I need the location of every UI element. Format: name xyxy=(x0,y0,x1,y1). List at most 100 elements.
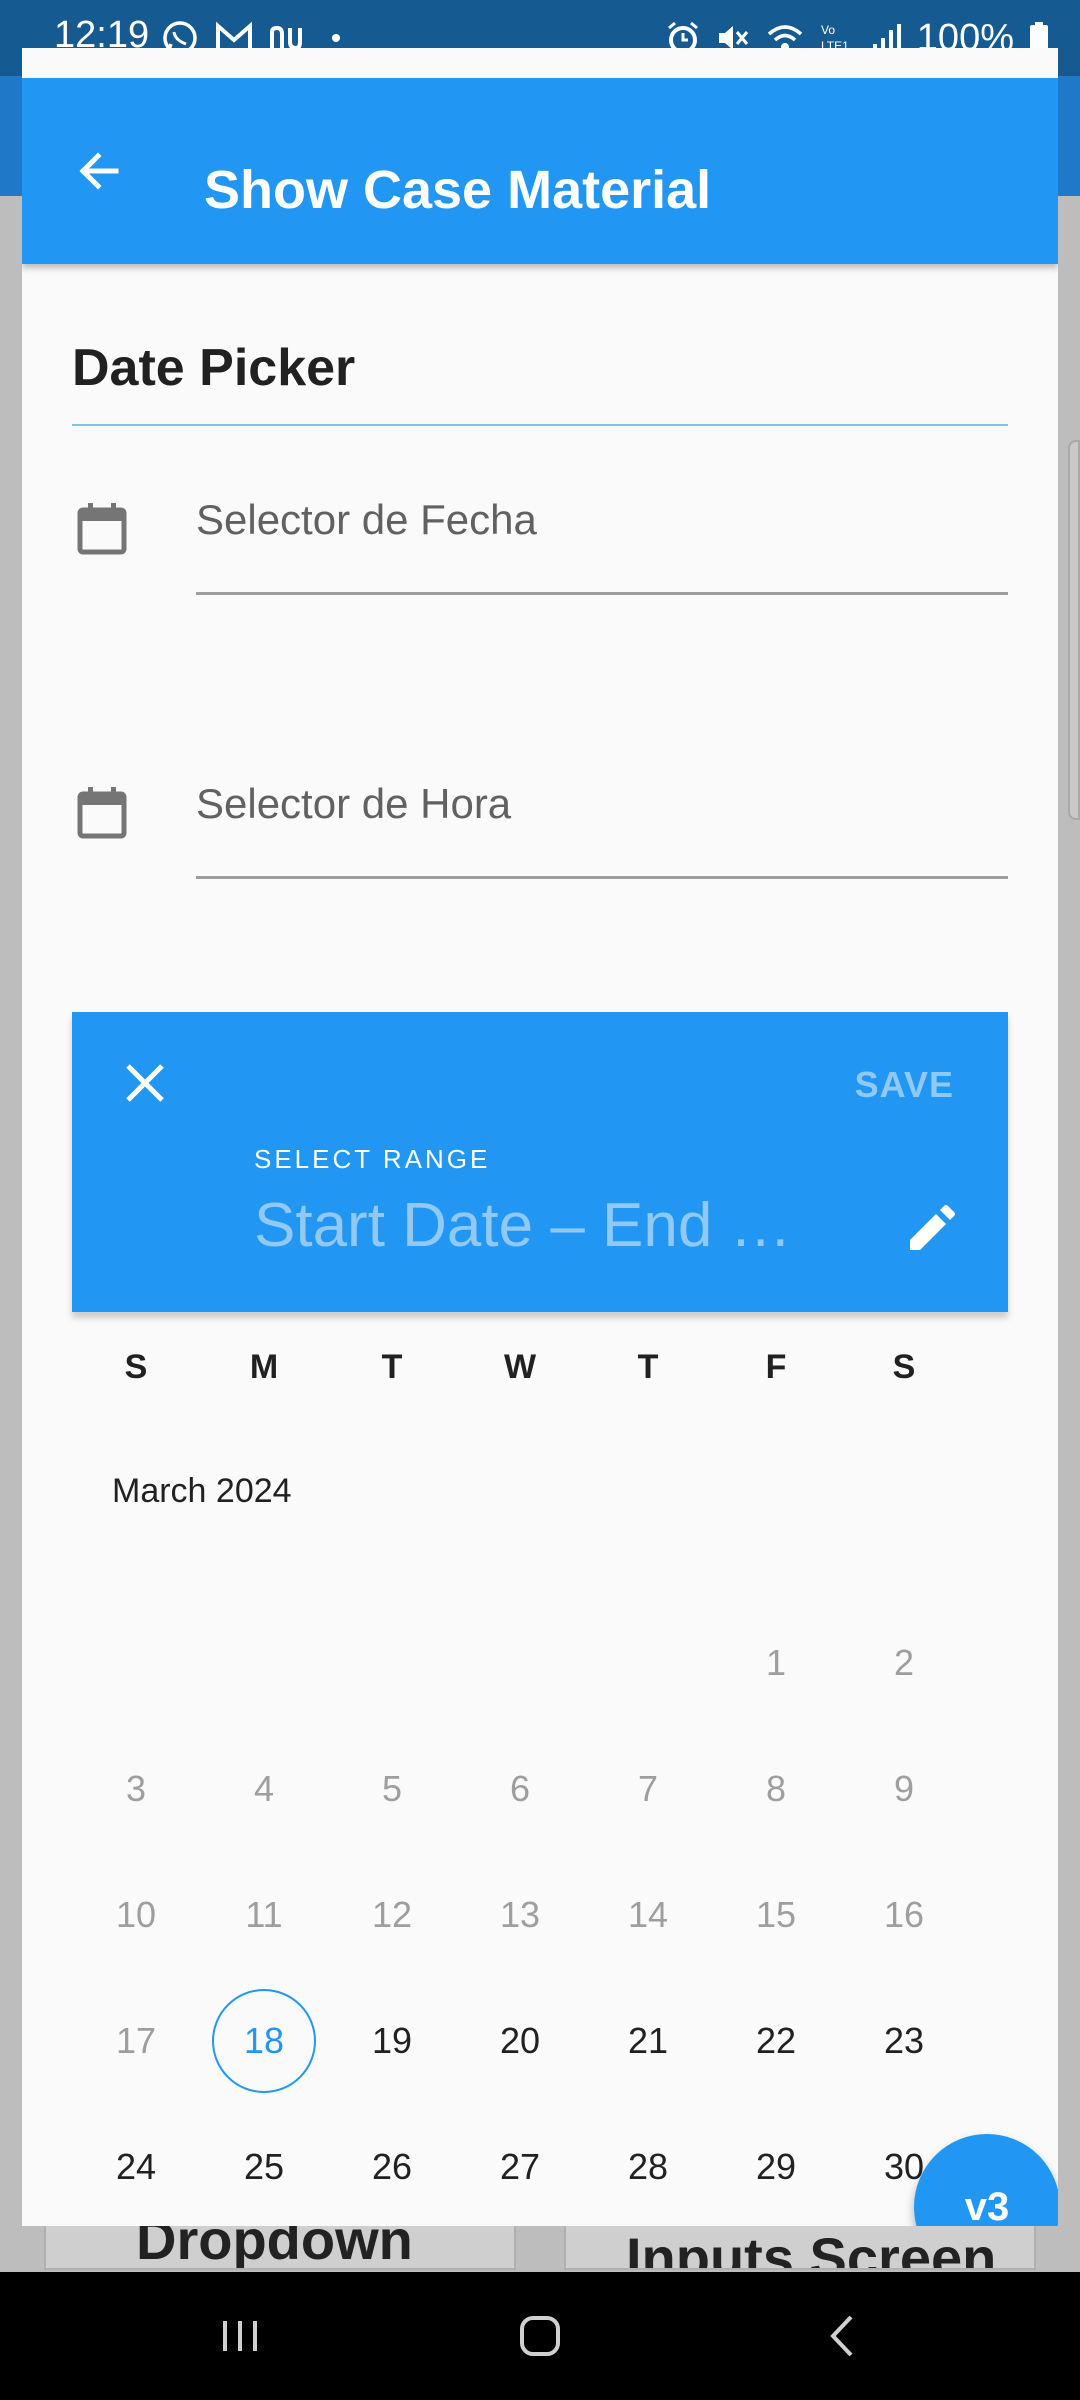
calendar-day: 2 xyxy=(893,1642,915,1683)
calendar-cell: 24 xyxy=(72,2104,200,2226)
calendar-day: 11 xyxy=(245,1894,283,1935)
calendar-day[interactable]: 29 xyxy=(724,2115,828,2219)
weekday-label: T xyxy=(381,1348,403,1386)
calendar-cell xyxy=(72,1600,200,1726)
system-nav-bar xyxy=(0,2272,1080,2400)
edit-button[interactable] xyxy=(900,1202,958,1260)
calendar-day[interactable]: 24 xyxy=(84,2115,188,2219)
calendar-day: 6 xyxy=(509,1768,531,1809)
weekday-header: S M T W T F S xyxy=(72,1348,1008,1387)
calendar-week-row: 12 xyxy=(72,1600,1008,1726)
recent-apps-button[interactable] xyxy=(170,2272,310,2400)
calendar-day: 17 xyxy=(115,2020,157,2061)
calendar-day[interactable]: 26 xyxy=(340,2115,444,2219)
weekday-label: W xyxy=(503,1348,537,1386)
calendar-day: 1 xyxy=(765,1642,787,1683)
calendar-cell: 22 xyxy=(712,1978,840,2104)
calendar-day[interactable]: 28 xyxy=(596,2115,700,2219)
time-field-label: Selector de Hora xyxy=(196,780,512,827)
calendar-cell: 25 xyxy=(200,2104,328,2226)
calendar-day[interactable]: 21 xyxy=(596,1989,700,2093)
calendar-day: 10 xyxy=(115,1894,157,1935)
calendar-cell: 4 xyxy=(200,1726,328,1852)
calendar-day: 12 xyxy=(371,1894,413,1935)
calendar-day[interactable]: 27 xyxy=(468,2115,572,2219)
calendar-cell: 23 xyxy=(840,1978,968,2104)
calendar-day[interactable]: 19 xyxy=(340,1989,444,2093)
calendar-cell: 18 xyxy=(200,1978,328,2104)
back-icon xyxy=(830,2315,853,2357)
calendar-cell: 20 xyxy=(456,1978,584,2104)
calendar-day: 15 xyxy=(755,1894,797,1935)
calendar-day[interactable]: 20 xyxy=(468,1989,572,2093)
calendar-week-row: 3 4 5 6 7 8 9 xyxy=(72,1726,1008,1852)
calendar-grid: 1 2 3 4 5 6 7 8 9 10 11 12 13 14 15 16 17 18 19 20 21 22 23 24 2… xyxy=(72,1600,1008,2226)
time-field-underline xyxy=(196,876,1008,879)
calendar-day-today[interactable]: 18 xyxy=(212,1989,316,2093)
date-field-underline xyxy=(196,592,1008,595)
calendar-cell xyxy=(456,1600,584,1726)
close-icon xyxy=(126,1064,164,1102)
calendar-cell: 19 xyxy=(328,1978,456,2104)
range-picker-header: SAVE SELECT RANGE Start Date – End … xyxy=(72,1012,1008,1312)
calendar-day[interactable]: 22 xyxy=(724,1989,828,2093)
calendar-day: 4 xyxy=(253,1768,275,1809)
weekday-label: T xyxy=(637,1348,659,1386)
calendar-cell: 5 xyxy=(328,1726,456,1852)
calendar-day: 9 xyxy=(893,1768,915,1809)
calendar-cell: 6 xyxy=(456,1726,584,1852)
home-button[interactable] xyxy=(470,2272,610,2400)
nav-back-button[interactable] xyxy=(774,2272,914,2400)
date-field[interactable]: Selector de Fecha xyxy=(72,488,1008,598)
calendar-cell: 29 xyxy=(712,2104,840,2226)
calendar-cell: 16 xyxy=(840,1852,968,1978)
calendar-cell: 15 xyxy=(712,1852,840,1978)
background-scroll-edge xyxy=(1068,440,1080,820)
calendar-day: 7 xyxy=(637,1768,659,1809)
page-title: Show Case Material xyxy=(204,160,712,220)
calendar-cell xyxy=(328,1600,456,1726)
calendar-cell: 1 xyxy=(712,1600,840,1726)
weekday-label: S xyxy=(892,1348,916,1386)
svg-text:Vo: Vo xyxy=(821,23,835,37)
calendar-cell: 27 xyxy=(456,2104,584,2226)
edit-icon xyxy=(910,1205,955,1250)
back-button[interactable] xyxy=(66,138,132,204)
calendar-cell: 13 xyxy=(456,1852,584,1978)
calendar-cell: 26 xyxy=(328,2104,456,2226)
calendar-cell: 10 xyxy=(72,1852,200,1978)
calendar-day: 5 xyxy=(381,1768,403,1809)
weekday-label: S xyxy=(124,1348,148,1386)
time-field[interactable]: Selector de Hora xyxy=(72,772,1008,882)
calendar-cell: 17 xyxy=(72,1978,200,2104)
calendar-cell: 9 xyxy=(840,1726,968,1852)
calendar-cell: 2 xyxy=(840,1600,968,1726)
calendar-cell xyxy=(200,1600,328,1726)
calendar-day: 16 xyxy=(883,1894,925,1935)
calendar-cell: 14 xyxy=(584,1852,712,1978)
calendar-day: 14 xyxy=(627,1894,669,1935)
month-label: March 2024 xyxy=(112,1472,292,1510)
home-icon xyxy=(520,2316,560,2356)
calendar-icon xyxy=(72,782,132,842)
calendar-day: 3 xyxy=(125,1768,147,1809)
date-field-label: Selector de Fecha xyxy=(196,496,537,543)
app-bar: Show Case Material xyxy=(22,78,1058,264)
calendar-week-row: 24 25 26 27 28 29 30 xyxy=(72,2104,1008,2226)
section-divider xyxy=(72,424,1008,426)
save-button[interactable]: SAVE xyxy=(855,1064,954,1106)
calendar-cell: 3 xyxy=(72,1726,200,1852)
section-title: Date Picker xyxy=(72,339,356,397)
close-button[interactable] xyxy=(116,1054,174,1112)
calendar-day[interactable]: 25 xyxy=(212,2115,316,2219)
calendar-cell: 12 xyxy=(328,1852,456,1978)
calendar-cell: 8 xyxy=(712,1726,840,1852)
date-picker-sheet: Show Case Material Date Picker Selector … xyxy=(22,48,1058,2226)
select-range-label: SELECT RANGE xyxy=(254,1144,491,1174)
calendar-cell: 7 xyxy=(584,1726,712,1852)
range-value: Start Date – End … xyxy=(254,1191,792,1260)
calendar-day: 8 xyxy=(765,1768,787,1809)
calendar-day: 13 xyxy=(499,1894,541,1935)
calendar-day[interactable]: 23 xyxy=(852,1989,956,2093)
calendar-cell xyxy=(584,1600,712,1726)
